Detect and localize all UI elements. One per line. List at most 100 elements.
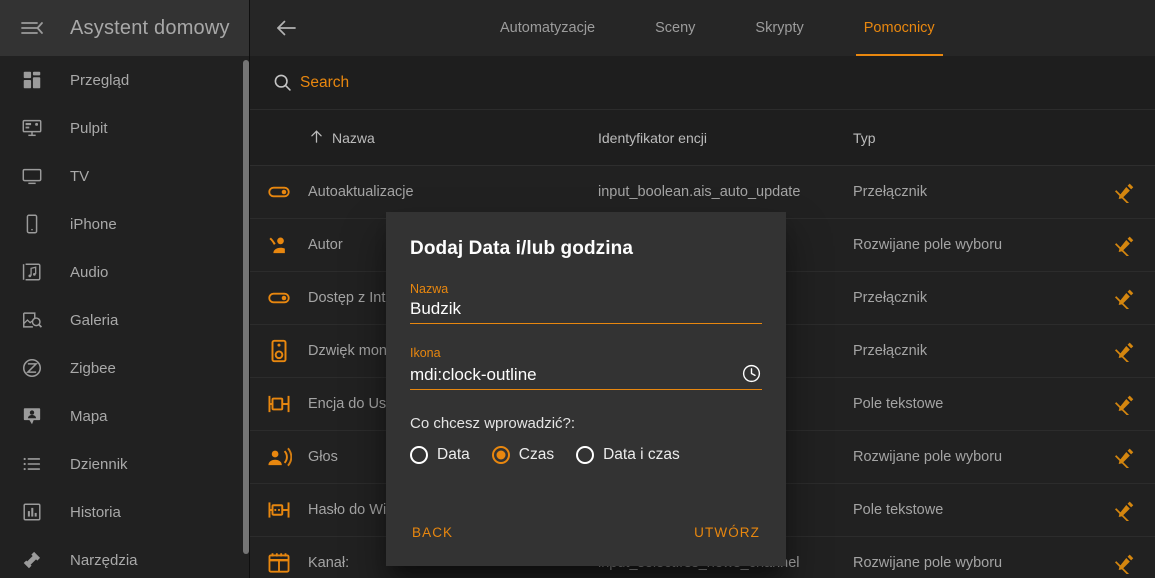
sidebar-item-label: Zigbee — [70, 359, 116, 377]
pencil-off-icon[interactable] — [1095, 287, 1155, 309]
input-type-question: Co chcesz wprowadzić?: — [410, 415, 576, 432]
cellphone-icon — [8, 200, 56, 248]
clock-outline-icon — [741, 363, 762, 385]
text-box-icon — [250, 391, 308, 417]
add-datetime-helper-dialog: Dodaj Data i/lub godzina Nazwa Ikona Co … — [386, 212, 786, 566]
sidebar-item-label: Galeria — [70, 311, 119, 329]
form-textbox-password-icon — [250, 497, 308, 523]
arrow-left-icon[interactable] — [262, 4, 310, 52]
dialog-title: Dodaj Data i/lub godzina — [410, 238, 634, 259]
row-type: Przełącznik — [853, 184, 928, 200]
hamburger-collapse-icon[interactable] — [8, 4, 56, 52]
sidebar-item-label: Przegląd — [70, 71, 130, 89]
pencil-off-icon[interactable] — [1095, 234, 1155, 256]
image-search-icon — [8, 296, 56, 344]
sidebar-item-label: Dziennik — [70, 455, 128, 473]
sidebar-item-label: TV — [70, 167, 90, 185]
pencil-off-icon[interactable] — [1095, 499, 1155, 521]
tab-sceny[interactable]: Sceny — [625, 0, 725, 56]
sidebar-item-tv[interactable]: TV — [0, 152, 250, 200]
hammer-icon — [8, 536, 56, 578]
sidebar-item-label: Pulpit — [70, 119, 108, 137]
desktop-icon — [8, 104, 56, 152]
column-header-name[interactable]: Nazwa — [308, 128, 598, 148]
sidebar-item-przeglad[interactable]: Przegląd — [0, 56, 250, 104]
pencil-off-icon[interactable] — [1095, 340, 1155, 362]
app-root: Asystent domowy Przegląd Pulpit TV iPhon… — [0, 0, 1155, 578]
row-entity-id: input_boolean.ais_auto_update — [598, 184, 801, 200]
radio-option-data[interactable]: Data — [410, 446, 470, 464]
sidebar-item-label: iPhone — [70, 215, 117, 233]
sidebar-item-iphone[interactable]: iPhone — [0, 200, 250, 248]
column-header-name-label: Nazwa — [332, 129, 375, 146]
back-button[interactable]: BACK — [408, 519, 457, 546]
search-input[interactable] — [300, 73, 700, 92]
tab-automatyzacje[interactable]: Automatyzacje — [470, 0, 625, 56]
account-voice-icon — [250, 444, 308, 470]
account-badge-icon — [8, 392, 56, 440]
zigbee-icon — [8, 344, 56, 392]
sidebar-item-label: Historia — [70, 503, 121, 521]
input-type-radio-group: Data Czas Data i czas — [410, 446, 762, 464]
sidebar-title: Asystent domowy — [70, 16, 230, 39]
radio-option-label: Czas — [518, 446, 555, 463]
create-button[interactable]: UTWÓRZ — [690, 519, 764, 546]
sidebar-item-label: Narzędzia — [70, 551, 138, 569]
view-dashboard-icon — [8, 56, 56, 104]
search-bar — [250, 56, 1155, 110]
radio-option-data-i-czas[interactable]: Data i czas — [576, 446, 680, 464]
sidebar-item-dziennik[interactable]: Dziennik — [0, 440, 250, 488]
radio-circle-icon — [576, 446, 595, 464]
search-icon — [264, 72, 300, 93]
radio-option-label: Data — [437, 446, 470, 463]
pencil-off-icon[interactable] — [1095, 393, 1155, 415]
row-type: Rozwijane pole wyboru — [853, 555, 1003, 571]
tab-skrypty[interactable]: Skrypty — [725, 0, 833, 56]
row-type: Pole tekstowe — [853, 502, 944, 518]
radio-circle-selected-icon — [491, 446, 510, 464]
column-header-entity-id[interactable]: Identyfikator encji — [598, 130, 853, 146]
television-icon — [8, 152, 56, 200]
sidebar-item-audio[interactable]: Audio — [0, 248, 250, 296]
sidebar-item-pulpit[interactable]: Pulpit — [0, 104, 250, 152]
table-header-row: Nazwa Identyfikator encji Typ — [250, 110, 1155, 166]
row-name: Autoaktualizacje — [308, 184, 414, 200]
format-list-bulleted-icon — [8, 440, 56, 488]
toggle-switch-outline-icon — [250, 285, 308, 311]
pencil-off-icon[interactable] — [1095, 552, 1155, 574]
name-input[interactable] — [410, 299, 762, 319]
sidebar-item-narzedzia[interactable]: Narzędzia — [0, 536, 250, 578]
calendar-icon — [250, 550, 308, 576]
pencil-off-icon[interactable] — [1095, 446, 1155, 468]
arrow-up-icon — [308, 128, 325, 148]
row-type: Rozwijane pole wyboru — [853, 237, 1003, 253]
sidebar-item-zigbee[interactable]: Zigbee — [0, 344, 250, 392]
column-header-type[interactable]: Typ — [853, 130, 1095, 146]
toggle-switch-outline-icon — [250, 179, 308, 205]
name-field-group: Nazwa — [410, 282, 762, 324]
tab-pomocnicy[interactable]: Pomocnicy — [834, 0, 965, 56]
row-type: Rozwijane pole wyboru — [853, 449, 1003, 465]
row-type: Pole tekstowe — [853, 396, 944, 412]
top-toolbar: Automatyzacje Sceny Skrypty Pomocnicy — [250, 0, 1155, 56]
row-type: Przełącznik — [853, 290, 928, 306]
music-box-icon — [8, 248, 56, 296]
sidebar-item-historia[interactable]: Historia — [0, 488, 250, 536]
sidebar: Asystent domowy Przegląd Pulpit TV iPhon… — [0, 0, 250, 578]
sidebar-item-label: Audio — [70, 263, 109, 281]
sidebar-item-mapa[interactable]: Mapa — [0, 392, 250, 440]
sidebar-item-galeria[interactable]: Galeria — [0, 296, 250, 344]
name-field-label: Nazwa — [410, 282, 449, 296]
tab-bar: Automatyzacje Sceny Skrypty Pomocnicy — [470, 0, 965, 56]
sidebar-item-label: Mapa — [70, 407, 108, 425]
row-type: Przełącznik — [853, 343, 928, 359]
speaker-icon — [250, 338, 308, 364]
account-voice-icon — [250, 232, 308, 258]
icon-field-group: Ikona — [410, 346, 762, 390]
dialog-actions: BACK UTWÓRZ — [386, 519, 786, 566]
chart-box-icon — [8, 488, 56, 536]
pencil-off-icon[interactable] — [1095, 181, 1155, 203]
icon-field-label: Ikona — [410, 346, 441, 360]
radio-option-czas[interactable]: Czas — [491, 446, 555, 464]
icon-input[interactable] — [410, 365, 741, 385]
